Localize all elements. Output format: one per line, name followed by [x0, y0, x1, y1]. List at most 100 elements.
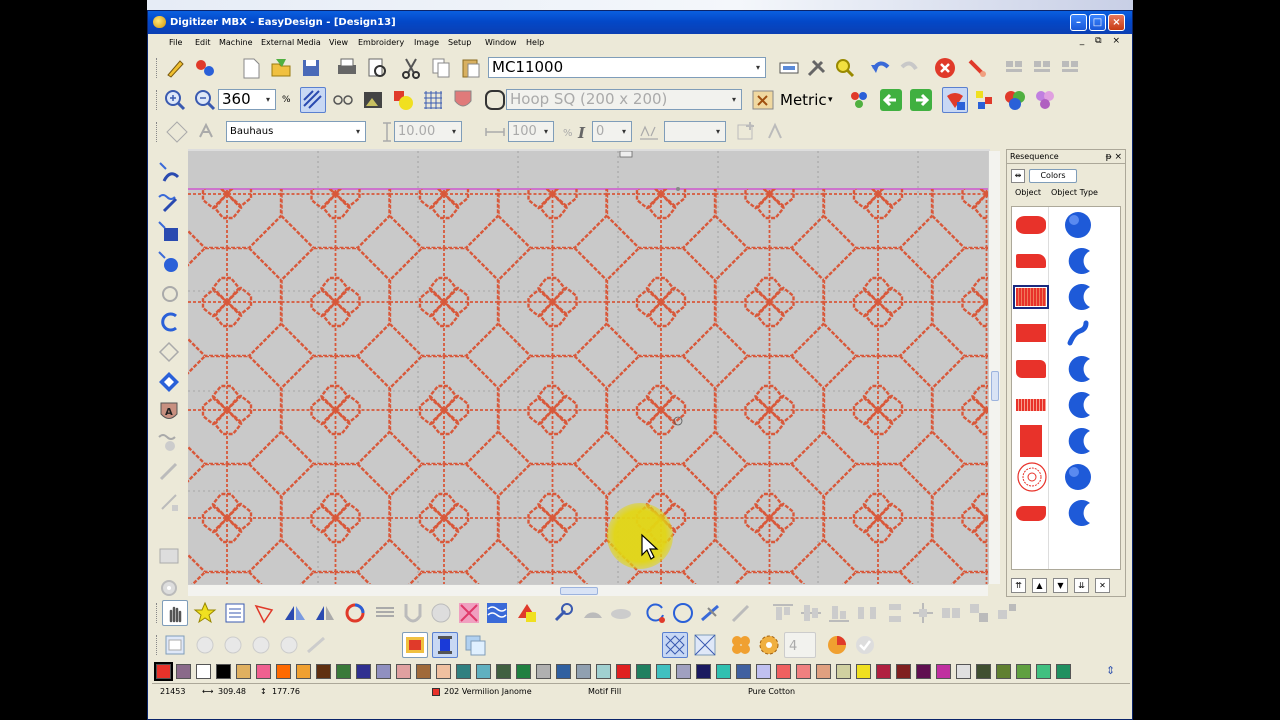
zoom-select[interactable]: 360 ▾	[218, 89, 276, 110]
wizard-icon[interactable]	[192, 55, 218, 81]
color-swatch[interactable]	[756, 664, 771, 679]
list-item[interactable]	[1012, 243, 1120, 279]
move-to-top-button[interactable]: ⇈	[1011, 578, 1026, 593]
move-to-bottom-button[interactable]: ⇊	[1074, 578, 1089, 593]
lettering-icon[interactable]: A	[156, 399, 182, 425]
font-select[interactable]: Bauhaus ▾	[226, 121, 366, 142]
hoop-select[interactable]: Hoop SQ (200 x 200) ▾	[506, 89, 742, 110]
slant-input[interactable]: 0 ▾	[592, 121, 632, 142]
color-swatch[interactable]	[316, 664, 331, 679]
color-swatch[interactable]	[356, 664, 371, 679]
satin-icon[interactable]	[400, 600, 426, 626]
motif-flower-icon[interactable]	[756, 632, 782, 658]
copy-icon[interactable]	[428, 55, 454, 81]
color-swatch[interactable]	[976, 664, 991, 679]
color-swatch[interactable]	[736, 664, 751, 679]
thread-spool-icon[interactable]	[432, 632, 458, 658]
panel-close-icon[interactable]: ×	[1114, 152, 1122, 162]
ungroup-icon[interactable]	[994, 600, 1020, 626]
send-to-machine-icon[interactable]	[776, 55, 802, 81]
color-swatch[interactable]	[276, 664, 291, 679]
pin-icon[interactable]: ᵽ	[1106, 152, 1112, 162]
motif-fill-icon[interactable]	[456, 600, 482, 626]
knife-icon[interactable]	[698, 600, 724, 626]
color-swatch[interactable]	[536, 664, 551, 679]
color-swatch[interactable]	[636, 664, 651, 679]
hand-select-icon[interactable]	[162, 600, 188, 626]
menu-embroidery[interactable]: Embroidery	[355, 37, 407, 49]
arc-icon[interactable]	[156, 309, 182, 335]
color-swatch[interactable]	[816, 664, 831, 679]
color-swatch[interactable]	[956, 664, 971, 679]
rotate-cw-icon[interactable]	[642, 600, 668, 626]
horizontal-scrollbar[interactable]	[188, 584, 988, 596]
color-swatch[interactable]	[1016, 664, 1031, 679]
horizontal-scroll-thumb[interactable]	[560, 587, 598, 595]
fill-rect-icon[interactable]	[156, 219, 182, 245]
running-stitch-icon[interactable]	[156, 189, 182, 215]
open-folder-icon[interactable]	[268, 55, 294, 81]
hoop-shield-icon[interactable]	[450, 87, 476, 113]
chevron-down-icon[interactable]: ▾	[828, 90, 833, 110]
align-middle-icon[interactable]	[798, 600, 824, 626]
color-swatch[interactable]	[916, 664, 931, 679]
color-swatch[interactable]	[996, 664, 1011, 679]
color-swatch[interactable]	[596, 664, 611, 679]
color-swatch[interactable]	[176, 664, 191, 679]
text-effect-icon[interactable]	[764, 119, 790, 145]
shape-arc-icon[interactable]	[580, 600, 606, 626]
zoom-out-icon[interactable]	[192, 87, 218, 113]
print-preview-icon[interactable]	[364, 55, 390, 81]
check-icon[interactable]	[852, 632, 878, 658]
rotate-icon[interactable]	[342, 600, 368, 626]
print-icon[interactable]	[334, 55, 360, 81]
color-swatch[interactable]	[856, 664, 871, 679]
color-swatch[interactable]	[1056, 664, 1071, 679]
paste-icon[interactable]	[458, 55, 484, 81]
tools-icon[interactable]	[804, 55, 830, 81]
toolbar-grip[interactable]	[156, 635, 159, 655]
color-swatch[interactable]	[656, 664, 671, 679]
color-swatch[interactable]	[496, 664, 511, 679]
3d-glasses-icon[interactable]	[330, 87, 356, 113]
color-film-icon[interactable]	[402, 632, 428, 658]
monogram-icon[interactable]	[156, 429, 182, 455]
text-width-input[interactable]: 100 ▾	[508, 121, 554, 142]
picture-fill-icon[interactable]	[514, 600, 540, 626]
color-swatch[interactable]	[416, 664, 431, 679]
color-swatch[interactable]	[154, 662, 173, 681]
colors-button[interactable]: Colors	[1029, 169, 1077, 183]
color-swatch[interactable]	[296, 664, 311, 679]
color-swatch[interactable]	[676, 664, 691, 679]
thread-colors-icon[interactable]	[1002, 87, 1028, 113]
hoop-position-icon[interactable]	[750, 87, 776, 113]
color-swatch[interactable]	[256, 664, 271, 679]
arrow-right-icon[interactable]	[908, 87, 934, 113]
column-object[interactable]: Object	[1015, 188, 1041, 197]
color-swatch[interactable]	[876, 664, 891, 679]
menu-machine[interactable]: Machine	[216, 37, 256, 49]
stop-icon[interactable]	[932, 55, 958, 81]
list-item[interactable]	[1012, 423, 1120, 459]
color-view-icon[interactable]	[390, 87, 416, 113]
color-swatch[interactable]	[716, 664, 731, 679]
order-toggle-icon[interactable]: ⇹	[1011, 169, 1025, 183]
wrench-icon[interactable]	[550, 600, 576, 626]
color-sequence-icon[interactable]	[942, 87, 968, 113]
hoop-icon[interactable]	[482, 87, 508, 113]
move-up-button[interactable]: ▲	[1032, 578, 1047, 593]
text-transform-icon[interactable]	[164, 119, 190, 145]
title-bar[interactable]: Digitizer MBX - EasyDesign - [Design13] …	[148, 11, 1132, 34]
maximize-button[interactable]: □	[1089, 14, 1106, 31]
fill-sphere-icon[interactable]	[428, 600, 454, 626]
color-swatch[interactable]	[696, 664, 711, 679]
same-size-icon[interactable]	[938, 600, 964, 626]
grid-pattern-icon[interactable]	[662, 632, 688, 658]
toolbar-grip[interactable]	[156, 603, 159, 623]
text-style-icon[interactable]	[196, 119, 222, 145]
list-item[interactable]	[1012, 495, 1120, 531]
diamond-outline-icon[interactable]	[156, 339, 182, 365]
delete-object-button[interactable]: ✕	[1095, 578, 1110, 593]
list-item[interactable]	[1012, 315, 1120, 351]
color-swatch[interactable]	[776, 664, 791, 679]
